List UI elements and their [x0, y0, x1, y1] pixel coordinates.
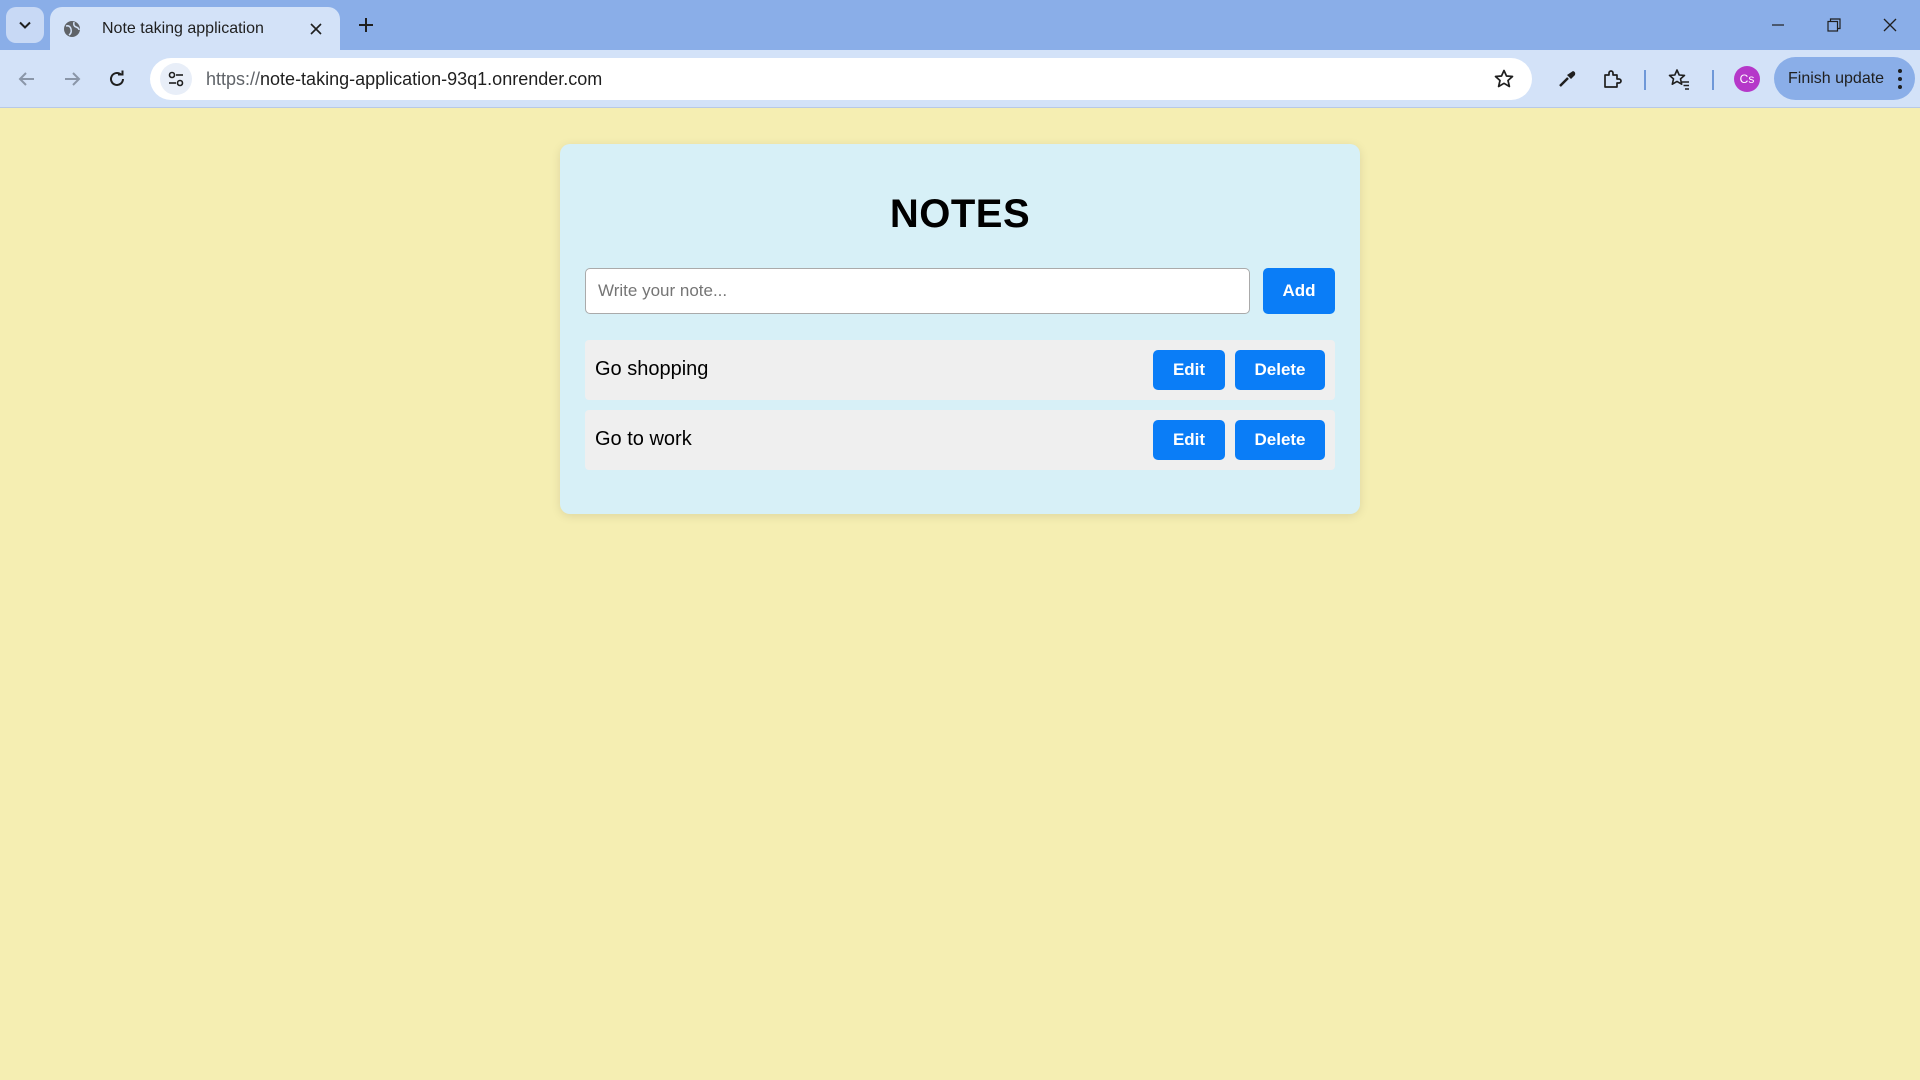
minimize-window-button[interactable] — [1750, 0, 1806, 50]
note-item: Go shopping Edit Delete — [585, 340, 1335, 400]
add-note-button[interactable]: Add — [1263, 268, 1335, 314]
note-text: Go shopping — [595, 358, 709, 380]
arrow-left-icon — [18, 72, 34, 86]
browser-tab-active[interactable]: Note taking application — [50, 7, 340, 50]
restore-window-button[interactable] — [1806, 0, 1862, 50]
reload-icon — [110, 70, 124, 86]
delete-note-button[interactable]: Delete — [1235, 350, 1325, 390]
page-title: NOTES — [889, 192, 1031, 236]
browser-toolbar: https://note-taking-application-93q1.onr… — [0, 50, 1920, 108]
tune-icon — [168, 71, 184, 87]
tab-search-button[interactable] — [6, 7, 44, 43]
globe-icon — [62, 19, 82, 39]
eyedropper-button[interactable] — [1551, 63, 1583, 95]
close-icon[interactable] — [306, 19, 326, 39]
tab-title: Note taking application — [102, 19, 264, 37]
star-list-icon — [1668, 69, 1689, 90]
edit-note-button[interactable]: Edit — [1153, 420, 1225, 460]
eyedropper-icon — [1559, 71, 1576, 87]
new-tab-button[interactable] — [352, 11, 380, 39]
finish-update-label: Finish update — [1788, 69, 1885, 87]
address-bar[interactable]: https://note-taking-application-93q1.onr… — [150, 58, 1532, 100]
toolbar-separator — [1712, 70, 1714, 90]
url-scheme: https:// — [206, 68, 261, 89]
toolbar-separator — [1644, 70, 1646, 90]
url-host: note-taking-application-93q1.onrender.co… — [260, 68, 603, 89]
profile-avatar[interactable]: Cs — [1734, 66, 1760, 92]
note-item: Go to work Edit Delete — [585, 410, 1335, 470]
minimize-icon — [1772, 24, 1784, 26]
close-window-button[interactable] — [1862, 0, 1918, 50]
notes-card: NOTES Add Go shopping Edit Delete Go to … — [560, 144, 1360, 514]
star-outline-icon — [1494, 69, 1514, 88]
forward-button[interactable] — [56, 63, 88, 95]
note-input[interactable] — [585, 268, 1250, 314]
chevron-down-icon — [19, 21, 31, 29]
back-button[interactable] — [11, 63, 43, 95]
browser-tab-strip: Note taking application — [0, 0, 1920, 50]
close-icon — [1883, 18, 1897, 32]
note-text: Go to work — [595, 428, 692, 450]
more-vertical-icon — [1897, 69, 1903, 89]
plus-icon — [359, 18, 373, 32]
finish-update-button[interactable]: Finish update — [1774, 57, 1915, 100]
bookmark-star-button[interactable] — [1488, 63, 1520, 95]
arrow-right-icon — [65, 72, 81, 86]
restore-icon — [1827, 18, 1841, 32]
url-text: https://note-taking-application-93q1.onr… — [206, 69, 1488, 90]
site-info-button[interactable] — [160, 63, 192, 95]
bookmarks-list-button[interactable] — [1663, 63, 1695, 95]
puzzle-icon — [1604, 70, 1622, 88]
delete-note-button[interactable]: Delete — [1235, 420, 1325, 460]
edit-note-button[interactable]: Edit — [1153, 350, 1225, 390]
reload-button[interactable] — [101, 63, 133, 95]
extensions-button[interactable] — [1596, 63, 1628, 95]
